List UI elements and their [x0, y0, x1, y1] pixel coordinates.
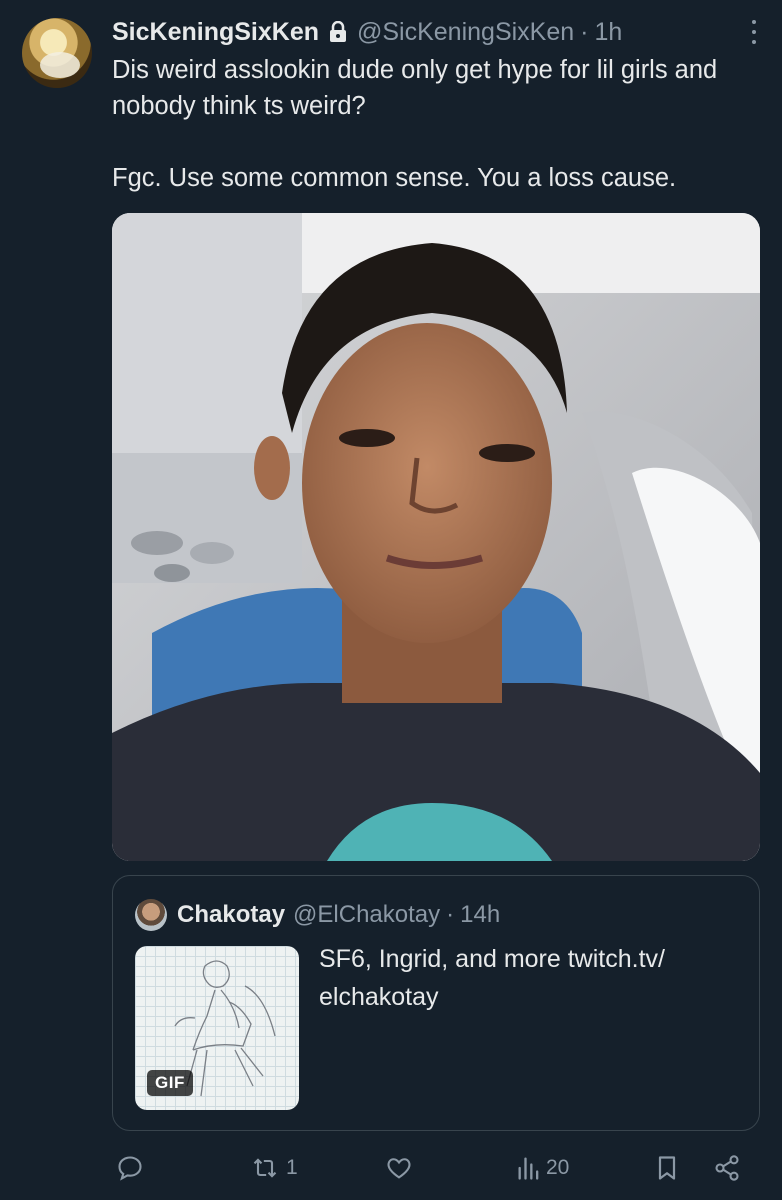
action-bar: 1 20 [112, 1150, 762, 1186]
like-icon [384, 1154, 414, 1182]
quoted-header: Chakotay @ElChakotay · 14h [135, 898, 500, 932]
tweet-header: SicKeningSixKen @SicKeningSixKen · 1h [112, 14, 762, 50]
user-handle[interactable]: @SicKeningSixKen [357, 18, 574, 47]
views-count: 20 [546, 1156, 570, 1179]
retweet-button[interactable]: 1 [248, 1150, 298, 1186]
avatar[interactable] [22, 18, 92, 88]
quoted-avatar[interactable] [135, 899, 167, 931]
quoted-display-name[interactable]: Chakotay [177, 901, 285, 929]
quoted-separator-dot: · [446, 901, 455, 928]
quoted-text: SF6, Ingrid, and more twitch.tv/ elchako… [319, 940, 739, 1016]
retweet-count: 1 [286, 1156, 298, 1179]
quoted-text-content: SF6, Ingrid, and more twitch.tv/ elchako… [319, 945, 665, 1011]
reply-button[interactable] [116, 1150, 148, 1186]
tweet-text: Dis weird asslookin dude only get hype f… [112, 56, 718, 192]
like-button[interactable] [384, 1150, 418, 1186]
quoted-handle[interactable]: @ElChakotay [293, 901, 440, 929]
timestamp[interactable]: 1h [595, 18, 623, 47]
separator-dot: · [580, 17, 589, 46]
quoted-media-thumbnail[interactable]: GIF [135, 946, 299, 1110]
quoted-tweet[interactable]: Chakotay @ElChakotay · 14h GIF SF6, Ingr… [112, 875, 760, 1131]
retweet-icon [248, 1154, 282, 1182]
views-icon [516, 1154, 542, 1182]
bookmark-button[interactable] [654, 1150, 680, 1186]
display-name[interactable]: SicKeningSixKen [112, 18, 319, 47]
more-icon[interactable] [742, 20, 766, 44]
reply-icon [116, 1154, 144, 1182]
views-button[interactable]: 20 [516, 1150, 569, 1186]
share-icon [712, 1154, 742, 1182]
bookmark-icon [654, 1154, 680, 1182]
quoted-timestamp[interactable]: 14h [460, 901, 500, 929]
lock-icon [329, 21, 347, 43]
gif-badge: GIF [147, 1070, 193, 1096]
share-button[interactable] [712, 1150, 742, 1186]
tweet-photo[interactable] [112, 213, 760, 861]
